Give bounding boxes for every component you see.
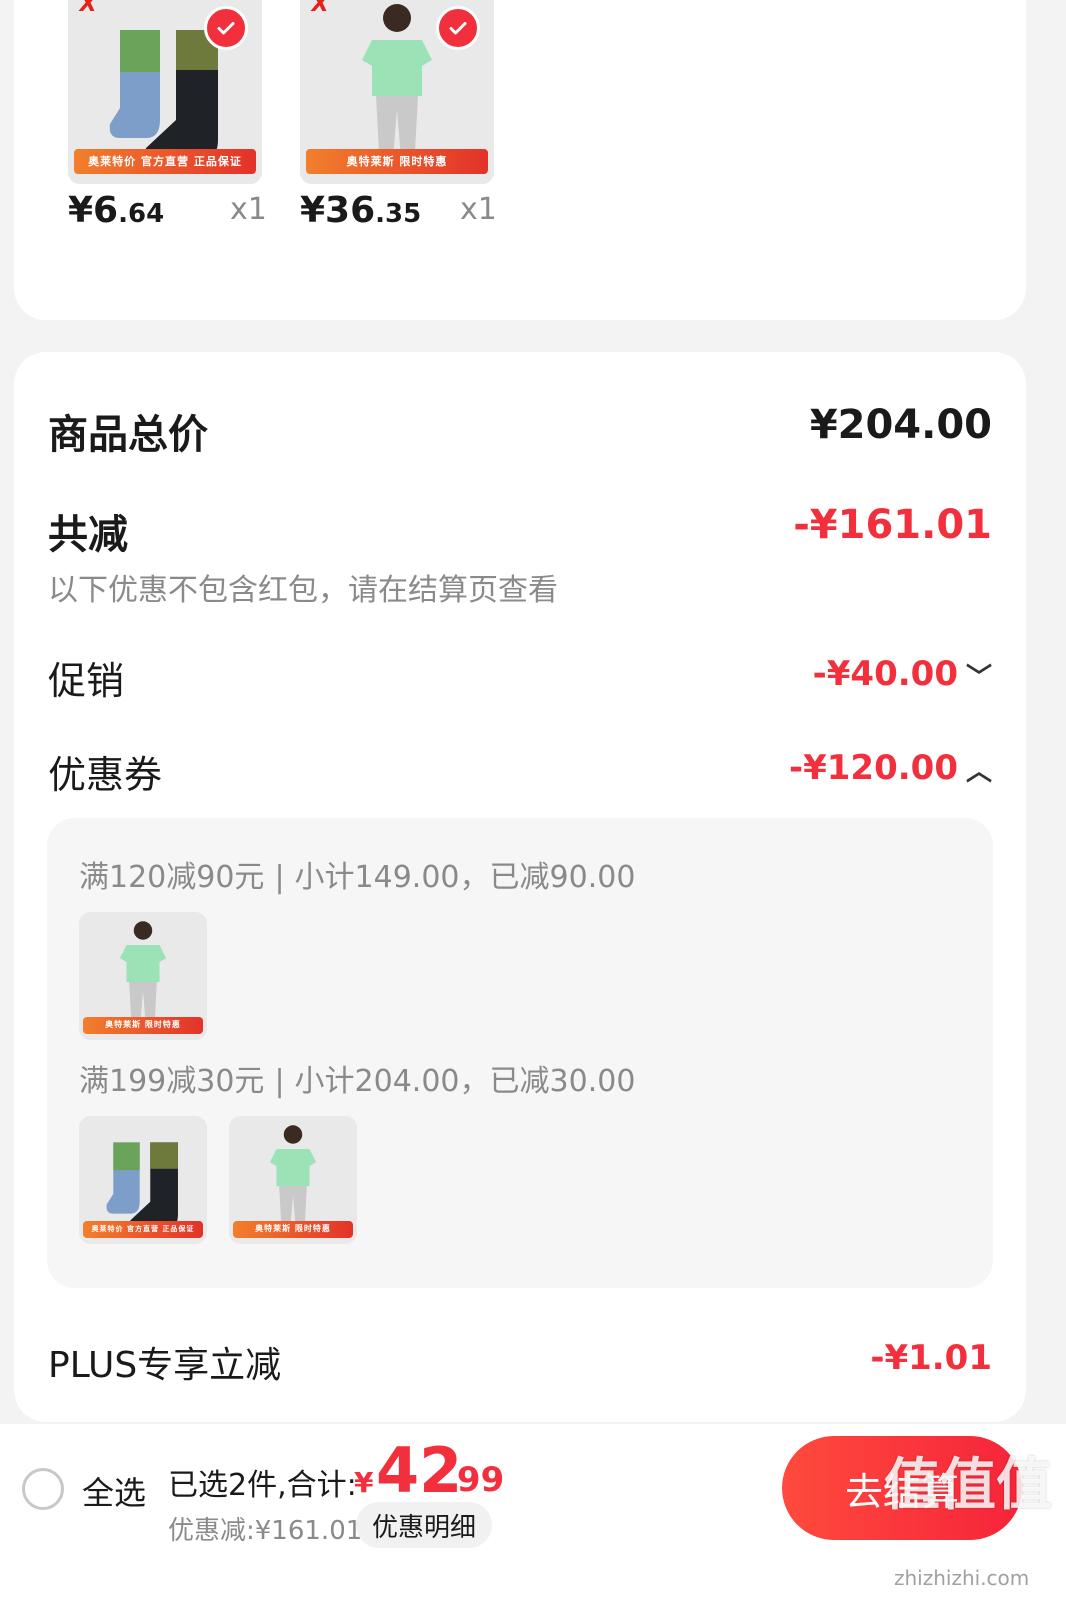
chevron-up-icon: ︿ <box>965 757 992 787</box>
coupon-rule: 满199减30元 <box>79 1064 265 1099</box>
discount-total-value: -¥161.01 <box>793 502 992 548</box>
coupon-detail: 小计204.00，已减30.00 <box>294 1064 636 1099</box>
discount-detail-button[interactable]: 优惠明细 <box>356 1502 492 1548</box>
total-price-value: ¥204.00 <box>809 402 992 448</box>
price-summary-card: 商品总价 ¥204.00 共减 -¥161.01 以下优惠不包含红包，请在结算页… <box>14 352 1026 1422</box>
promo-band: 奥莱特价 官方直营 正品保证 <box>73 149 257 175</box>
promo-band: 奥莱特价 官方直营 正品保证 <box>82 1220 204 1238</box>
chevron-down-icon: ﹀ <box>965 663 992 693</box>
check-icon <box>217 22 235 35</box>
promo-band: 奥特莱斯 限时特惠 <box>305 149 489 175</box>
coupon-rule: 满120减90元 <box>79 860 265 895</box>
coupon-detail: 小计149.00，已减90.00 <box>294 860 636 895</box>
separator: | <box>274 860 285 895</box>
site-watermark: 值值值 zhizhizhi.com <box>884 1440 1054 1590</box>
product-quantity: x1 <box>460 192 497 227</box>
coupon-rule-line: 满199减30元 | 小计204.00，已减30.00 <box>79 1056 635 1100</box>
promo-band: 奥特莱斯 限时特惠 <box>232 1220 354 1238</box>
select-all-radio[interactable] <box>22 1468 64 1510</box>
saved-amount-text: 优惠减:¥161.01 <box>168 1516 363 1546</box>
item-checkbox-checked[interactable] <box>436 6 480 50</box>
sum-amount-decimal: .99 <box>444 1460 505 1500</box>
coupon-item-image-outfit: 奥特莱斯 限时特惠 <box>79 912 207 1040</box>
product-price: ¥6.64 <box>68 190 165 231</box>
total-price-label: 商品总价 <box>48 412 208 458</box>
coupon-label: 优惠券 <box>48 753 163 797</box>
coupon-item-image-socks: 奥莱特价 官方直营 正品保证 <box>79 1116 207 1244</box>
discount-note: 以下优惠不包含红包，请在结算页查看 <box>48 573 558 608</box>
coupon-row-toggle[interactable]: -¥120.00 ︿ <box>789 748 992 788</box>
coupon-detail-panel: 满120减90元 | 小计149.00，已减90.00 奥特莱斯 限时特惠 满199… <box>47 818 993 1288</box>
coupon-value: -¥120.00 <box>789 748 958 788</box>
promotion-label: 促销 <box>48 659 125 703</box>
sum-currency: ¥ <box>354 1466 374 1499</box>
selected-count-text: 已选2件,合计: <box>168 1468 357 1503</box>
watermark-logo: 值值值 <box>884 1453 1052 1518</box>
promotion-value: -¥40.00 <box>812 654 958 694</box>
check-icon <box>449 22 467 35</box>
product-quantity: x1 <box>230 192 267 227</box>
separator: | <box>274 1064 285 1099</box>
item-checkbox-checked[interactable] <box>204 6 248 50</box>
product-price: ¥36.35 <box>300 190 422 231</box>
watermark-url: zhizhizhi.com <box>894 1566 1030 1590</box>
brand-logo: X <box>311 0 329 17</box>
promotion-row-toggle[interactable]: -¥40.00 ﹀ <box>813 654 992 694</box>
select-all-label[interactable]: 全选 <box>82 1468 146 1514</box>
promo-band: 奥特莱斯 限时特惠 <box>82 1016 204 1034</box>
brand-logo: X <box>79 0 97 17</box>
cart-items-card: X 奥莱特价 官方直营 正品保证 ¥6.64 x1 X 奥特莱斯 限时特惠 ¥3… <box>14 0 1026 320</box>
plus-discount-value: -¥1.01 <box>870 1338 992 1378</box>
plus-discount-label: PLUS专享立减 <box>48 1345 282 1386</box>
coupon-item-image-outfit: 奥特莱斯 限时特惠 <box>229 1116 357 1244</box>
coupon-rule-line: 满120减90元 | 小计149.00，已减90.00 <box>79 852 635 896</box>
discount-total-label: 共减 <box>48 512 128 558</box>
